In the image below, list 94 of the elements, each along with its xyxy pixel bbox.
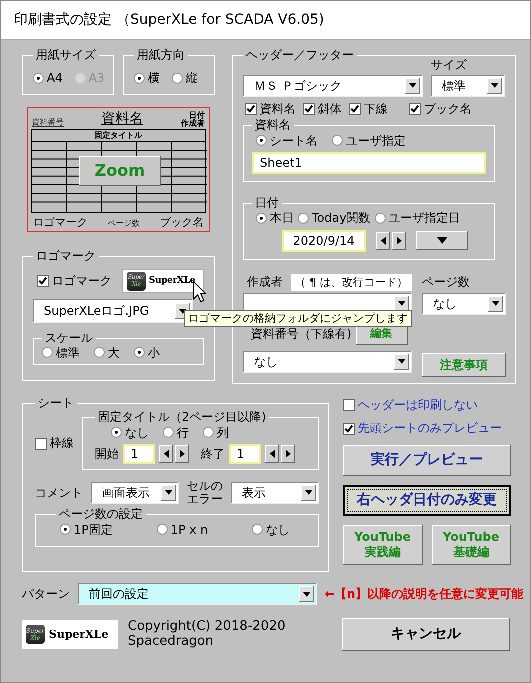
group-label: ページ数の設定 xyxy=(58,507,144,522)
radio-option[interactable]: 行 xyxy=(163,426,189,440)
number-field[interactable]: 1 xyxy=(229,444,261,464)
dropdown[interactable]: なし xyxy=(243,350,412,373)
text-field[interactable]: Sheet1 xyxy=(252,152,486,174)
next-button[interactable] xyxy=(175,445,189,464)
radio-option[interactable]: 標準 xyxy=(42,346,80,360)
group-label: ロゴマーク xyxy=(35,249,97,264)
checkbox-option[interactable]: 資料名 xyxy=(245,102,296,116)
radio-option[interactable]: 大 xyxy=(94,346,120,360)
caret-icon xyxy=(299,586,314,602)
group-label: 資料名 xyxy=(254,118,292,133)
next-button[interactable] xyxy=(392,232,406,250)
field-label: セルの エラー xyxy=(187,480,223,506)
checkbox-option[interactable]: 斜体 xyxy=(303,102,342,116)
preview-label: 日付 xyxy=(189,110,205,120)
radio-option[interactable]: A4 xyxy=(33,65,63,91)
left-arrow-icon xyxy=(164,450,168,458)
cancel-button[interactable]: キャンセル xyxy=(342,618,510,651)
dropdown[interactable]: 標準 xyxy=(431,74,505,97)
group-label: 用紙方向 xyxy=(136,48,186,62)
dropdown[interactable]: 画面表示 xyxy=(91,482,179,504)
action-button[interactable]: 実行／プレビュー xyxy=(343,444,511,476)
field-label: 開始 xyxy=(95,446,119,462)
dropdown[interactable]: ＭＳ Ｐゴシック xyxy=(243,74,423,97)
preview-label: ページ数 xyxy=(108,219,140,229)
field-label: ページ数 xyxy=(422,275,471,290)
checkbox-option[interactable]: 枠線 xyxy=(35,436,74,451)
window-title: 印刷書式の設定 （SuperXLe for SCADA V6.05) xyxy=(1,1,530,40)
preview-label: 資料名 xyxy=(102,111,144,128)
group-label: 固定タイトル（2ページ目以降) xyxy=(97,410,268,425)
checkbox-option[interactable]: ロゴマーク xyxy=(37,274,112,289)
preview-label: ロゴマーク xyxy=(33,216,88,229)
previous-button[interactable] xyxy=(265,445,279,464)
caret-icon xyxy=(394,354,409,370)
radio-option[interactable]: なし xyxy=(252,522,290,538)
radio-option[interactable]: 1P x n xyxy=(156,522,208,538)
dropdown[interactable]: なし xyxy=(422,292,506,315)
date-field[interactable]: 2020/9/14 xyxy=(282,230,366,252)
radio-option[interactable]: 列 xyxy=(203,426,229,440)
caret-icon xyxy=(488,296,503,312)
down-arrow-icon xyxy=(436,237,448,244)
preview-label: 作成者 xyxy=(181,118,205,128)
radio-option[interactable]: 小 xyxy=(134,346,160,360)
right-arrow-icon xyxy=(286,450,290,458)
previous-button[interactable] xyxy=(159,445,173,464)
radio-option[interactable]: ユーザ指定 xyxy=(332,134,406,148)
logo-text: SuperXLe xyxy=(49,628,109,642)
left-arrow-icon xyxy=(270,450,274,458)
caret-icon xyxy=(405,78,420,94)
radio-option[interactable]: シート名 xyxy=(256,134,318,148)
dropdown[interactable]: 前回の設定 xyxy=(78,583,317,605)
group-label: ヘッダー／フッター xyxy=(245,48,355,62)
caret-icon xyxy=(161,484,176,501)
next-button[interactable] xyxy=(281,445,295,464)
group-label: 日付 xyxy=(254,196,280,210)
checkbox-option[interactable]: 下線 xyxy=(349,102,388,116)
radio-option[interactable]: 本日 xyxy=(256,211,294,226)
field-label: 資料番号（下線有) xyxy=(251,326,352,342)
field-label: コメント xyxy=(35,486,83,500)
radio-option[interactable]: なし xyxy=(111,426,149,440)
radio-option[interactable]: 横 xyxy=(134,65,160,91)
caret-icon xyxy=(487,78,502,94)
caret-icon xyxy=(394,296,409,312)
group-label: シート xyxy=(37,396,75,410)
group-label: 用紙サイズ xyxy=(35,48,97,62)
checkbox-option[interactable]: ヘッダーは印刷しない xyxy=(343,398,511,412)
checkbox-option[interactable]: ブック名 xyxy=(409,102,472,116)
preview-label: ブック名 xyxy=(160,216,204,229)
field-label: 終了 xyxy=(201,446,225,462)
number-field[interactable]: 1 xyxy=(123,444,155,464)
field-label: パターン xyxy=(22,586,70,602)
radio-option[interactable]: 縦 xyxy=(172,65,198,91)
copyright-text: Copyright(C) 2018-2020 Spacedragon xyxy=(128,620,286,650)
hint-text: （ ¶ は、改行コード） xyxy=(291,274,412,291)
checkbox-option[interactable]: 先頭シートのみプレビュー xyxy=(343,421,511,436)
right-arrow-icon xyxy=(396,236,402,245)
caret-icon xyxy=(301,484,316,501)
dropdown-button[interactable] xyxy=(416,231,468,250)
dropdown[interactable]: 表示 xyxy=(231,482,319,504)
tooltip: ロゴマークの格納フォルダにジャンプします xyxy=(184,310,412,328)
preview-label: 固定タイトル xyxy=(32,130,205,142)
radio-option[interactable]: 1P固定 xyxy=(60,522,113,538)
note-text: ←【n】以降の説明を任意に変更可能 xyxy=(325,586,524,602)
right-arrow-icon xyxy=(180,450,184,458)
field-label: 作成者 xyxy=(247,275,283,290)
radio-option[interactable]: ユーザ指定日 xyxy=(374,211,461,226)
group-label: スケール xyxy=(44,331,94,346)
previous-button[interactable] xyxy=(376,232,390,250)
field-label: サイズ xyxy=(431,58,468,73)
left-arrow-icon xyxy=(380,236,386,245)
radio-option[interactable]: Today関数 xyxy=(298,211,371,226)
preview-label: 資料番号 xyxy=(32,118,64,128)
action-button[interactable]: 右ヘッダ日付のみ変更 xyxy=(343,484,511,516)
